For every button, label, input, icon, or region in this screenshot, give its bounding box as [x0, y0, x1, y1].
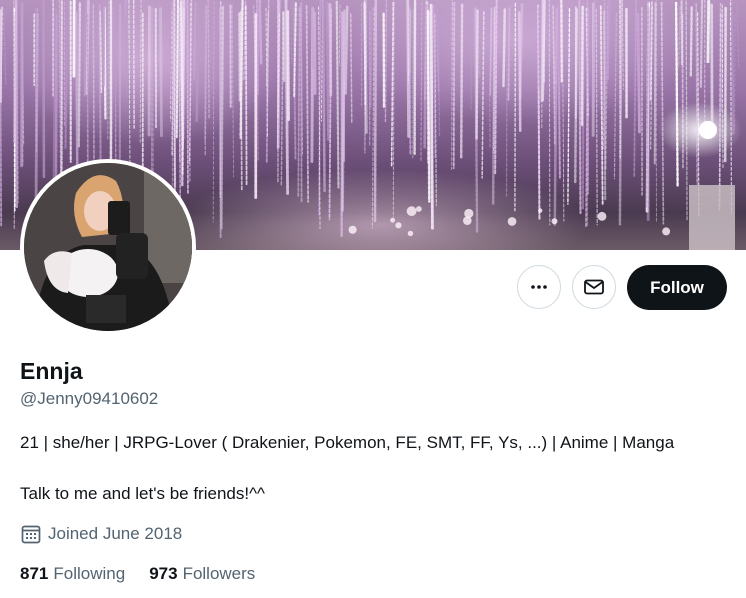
- more-options-button[interactable]: [517, 265, 561, 309]
- message-button[interactable]: [572, 265, 616, 309]
- follow-button[interactable]: Follow: [627, 265, 727, 310]
- joined-date: Joined June 2018: [20, 523, 182, 545]
- more-horizontal-icon: [531, 285, 547, 289]
- bio-line-1: 21 | she/her | JRPG-Lover ( Drakenier, P…: [20, 433, 675, 452]
- avatar[interactable]: [24, 163, 192, 331]
- envelope-icon: [584, 279, 604, 295]
- follow-stats: 871 Following 973 Followers: [20, 563, 279, 585]
- followers-count: 973: [149, 564, 178, 583]
- followers-label: Followers: [182, 564, 256, 583]
- followers-link[interactable]: 973 Followers: [149, 563, 255, 585]
- bio-line-2: Talk to me and let's be friends!^^: [20, 484, 266, 503]
- calendar-icon: [21, 525, 41, 544]
- joined-label: Joined June 2018: [48, 524, 183, 543]
- following-count: 871: [20, 564, 49, 583]
- user-handle: @Jenny09410602: [20, 389, 159, 408]
- avatar-photo: [24, 163, 192, 331]
- following-label: Following: [53, 564, 126, 583]
- display-name: Ennja: [20, 358, 83, 384]
- following-link[interactable]: 871 Following: [20, 563, 125, 585]
